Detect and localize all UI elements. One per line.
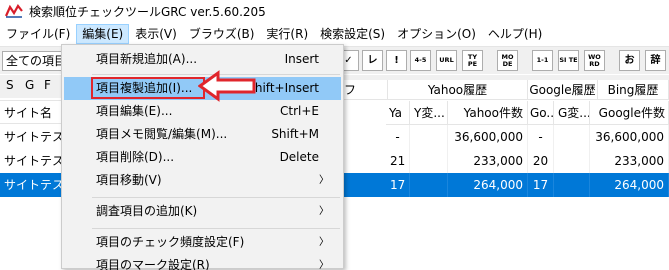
menu-browse[interactable]: ブラウズ(B) bbox=[183, 24, 261, 44]
group-header-google-history: Google履歴 bbox=[528, 80, 598, 100]
submenu-arrow-icon: 〉 bbox=[319, 237, 329, 248]
menu-run[interactable]: 実行(R) bbox=[260, 24, 314, 44]
menu-bar: ファイル(F) 編集(E) 表示(V) ブラウズ(B) 実行(R) 検索設定(S… bbox=[0, 24, 669, 44]
cell-site-name: サイトテスト bbox=[0, 173, 62, 197]
menu-item-memo[interactable]: 項目メモ閲覧/編集(M)... Shift+M bbox=[64, 123, 341, 146]
submenu-arrow-icon: 〉 bbox=[319, 175, 329, 186]
window-title: 検索順位チェックツールGRC ver.5.60.205 bbox=[29, 4, 266, 19]
cell-yahoo-change bbox=[410, 173, 448, 197]
column-header-yahoo-rank[interactable]: Ya bbox=[386, 101, 410, 125]
menu-item-add-survey[interactable]: 調査項目の追加(K) 〉 bbox=[64, 200, 341, 223]
column-header-google-change[interactable]: G変... bbox=[554, 101, 590, 125]
menu-item-label: 項目のマーク設定(R) bbox=[96, 258, 210, 270]
menu-edit[interactable]: 編集(E) bbox=[76, 24, 130, 44]
column-header-google-count[interactable]: Google件数 bbox=[590, 101, 669, 125]
dictionary-button[interactable]: 辞 bbox=[645, 50, 666, 71]
memo-button[interactable]: お bbox=[619, 50, 640, 71]
item-filter-combo[interactable]: 全ての項目 bbox=[2, 51, 64, 71]
menu-item-mark-settings[interactable]: 項目のマーク設定(R) 〉 bbox=[64, 254, 341, 270]
menu-separator bbox=[92, 228, 340, 229]
cell-google-change bbox=[554, 125, 590, 149]
grc-app-icon bbox=[5, 4, 23, 18]
cell-google-count: 36,600,000 bbox=[590, 125, 669, 149]
mode-button[interactable]: MO DE bbox=[497, 50, 518, 71]
menu-file[interactable]: ファイル(F) bbox=[0, 24, 76, 44]
cell-google-count: 233,000 bbox=[590, 149, 669, 173]
cell-site-name: サイトテスト bbox=[0, 149, 62, 173]
menu-item-delete[interactable]: 項目削除(D)... Delete bbox=[64, 146, 341, 169]
menu-item-label: 項目編集(E)... bbox=[96, 104, 173, 118]
cell-google-rank: 17 bbox=[528, 173, 554, 197]
cell-yahoo-rank: - bbox=[386, 125, 410, 149]
cell-site-name: サイトテスト bbox=[0, 125, 62, 149]
site-button[interactable]: SI TE bbox=[558, 50, 579, 71]
cell-google-change bbox=[554, 173, 590, 197]
menu-item-edit[interactable]: 項目編集(E)... Ctrl+E bbox=[64, 100, 341, 123]
important-button[interactable]: ! bbox=[386, 50, 407, 71]
menu-item-add-new[interactable]: 項目新規追加(A)... Insert bbox=[64, 48, 341, 71]
group-header-bing-history: Bing履歴 bbox=[598, 80, 669, 100]
menu-item-shortcut: Delete bbox=[279, 150, 319, 164]
annotation-highlight-box bbox=[91, 77, 205, 99]
one-to-one-button[interactable]: 1-1 bbox=[532, 50, 553, 71]
cell-yahoo-rank: 17 bbox=[386, 173, 410, 197]
cell-google-rank: 20 bbox=[528, 149, 554, 173]
cell-google-change bbox=[554, 149, 590, 173]
cell-yahoo-change bbox=[410, 125, 448, 149]
menu-item-label: 項目削除(D)... bbox=[96, 150, 175, 164]
menu-item-label: 項目新規追加(A)... bbox=[96, 52, 198, 66]
cell-yahoo-change bbox=[410, 149, 448, 173]
group-header-f: フ bbox=[340, 80, 388, 100]
column-header-yahoo-count[interactable]: Yahoo件数 bbox=[448, 101, 528, 125]
check-mark-button[interactable]: レ bbox=[362, 50, 383, 71]
cell-yahoo-count: 264,000 bbox=[448, 173, 528, 197]
column-header-site-name[interactable]: サイト名 bbox=[0, 100, 62, 124]
menu-item-shortcut: Ctrl+E bbox=[280, 104, 319, 118]
menu-help[interactable]: ヘルプ(H) bbox=[482, 24, 548, 44]
menu-item-label: 項目のチェック頻度設定(F) bbox=[96, 235, 245, 249]
submenu-arrow-icon: 〉 bbox=[319, 260, 329, 270]
menu-view[interactable]: 表示(V) bbox=[129, 24, 183, 44]
type-button[interactable]: TY PE bbox=[462, 50, 483, 71]
menu-item-shortcut: Shift+M bbox=[271, 127, 319, 141]
menu-item-shortcut: Shift+Insert bbox=[247, 81, 319, 95]
column-header-yahoo-change[interactable]: Y変... bbox=[410, 101, 448, 125]
menu-item-check-frequency[interactable]: 項目のチェック頻度設定(F) 〉 bbox=[64, 231, 341, 254]
menu-item-label: 項目メモ閲覧/編集(M)... bbox=[96, 127, 228, 141]
cell-yahoo-count: 233,000 bbox=[448, 149, 528, 173]
menu-separator bbox=[92, 197, 340, 198]
filter-g[interactable]: G bbox=[25, 78, 34, 92]
word-button[interactable]: WO RD bbox=[584, 50, 605, 71]
menu-item-move[interactable]: 項目移動(V) 〉 bbox=[64, 169, 341, 192]
submenu-arrow-icon: 〉 bbox=[319, 206, 329, 217]
cell-yahoo-rank: 21 bbox=[386, 149, 410, 173]
column-header-google-rank[interactable]: Go... bbox=[528, 101, 554, 125]
menu-item-label: 調査項目の追加(K) bbox=[96, 204, 198, 218]
menu-item-shortcut: Insert bbox=[284, 52, 319, 66]
cell-yahoo-count: 36,600,000 bbox=[448, 125, 528, 149]
cell-google-rank: - bbox=[528, 125, 554, 149]
menu-item-label: 項目移動(V) bbox=[96, 173, 162, 187]
title-bar: 検索順位チェックツールGRC ver.5.60.205 bbox=[0, 0, 669, 22]
menu-search-settings[interactable]: 検索設定(S) bbox=[314, 24, 391, 44]
url-button[interactable]: URL bbox=[436, 50, 457, 71]
cell-google-count: 264,000 bbox=[590, 173, 669, 197]
range-button[interactable]: 4-5 bbox=[410, 50, 431, 71]
filter-f[interactable]: F bbox=[44, 78, 51, 92]
annotation-arrow-icon bbox=[198, 70, 256, 102]
filter-s[interactable]: S bbox=[6, 78, 14, 92]
menu-options[interactable]: オプション(O) bbox=[391, 24, 482, 44]
group-header-yahoo-history: Yahoo履歴 bbox=[388, 80, 528, 100]
